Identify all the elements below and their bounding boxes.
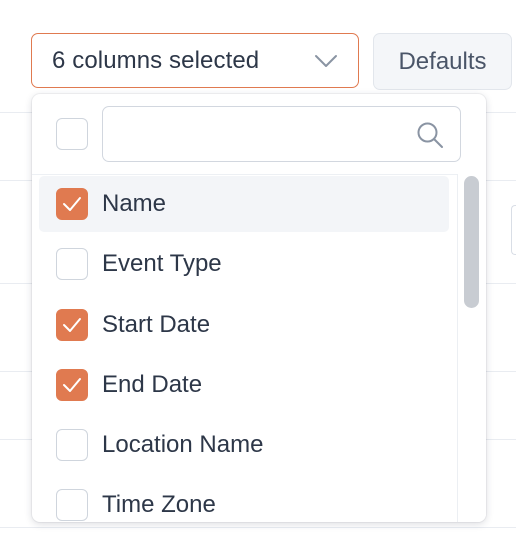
columns-select-label: 6 columns selected bbox=[52, 46, 260, 74]
checkbox[interactable] bbox=[56, 369, 88, 401]
columns-select[interactable]: 6 columns selected bbox=[31, 33, 359, 88]
columns-dropdown: Name Event Type Start Date End Date Loca… bbox=[32, 94, 486, 522]
column-option[interactable]: Name bbox=[39, 176, 449, 232]
checkbox[interactable] bbox=[56, 248, 88, 280]
column-option[interactable]: End Date bbox=[39, 357, 449, 413]
column-option-list: Name Event Type Start Date End Date Loca… bbox=[32, 174, 457, 522]
column-option-label: End Date bbox=[102, 371, 203, 398]
column-option-label: Start Date bbox=[102, 311, 211, 338]
search-box bbox=[102, 106, 461, 162]
check-icon bbox=[63, 378, 81, 392]
chevron-down-icon bbox=[314, 51, 338, 71]
check-icon bbox=[63, 197, 81, 211]
select-all-checkbox[interactable] bbox=[56, 118, 88, 150]
check-icon bbox=[63, 318, 81, 332]
column-option[interactable]: Time Zone bbox=[39, 477, 449, 522]
column-option-label: Location Name bbox=[102, 431, 264, 458]
checkbox[interactable] bbox=[56, 429, 88, 461]
search-icon[interactable] bbox=[416, 121, 444, 149]
column-option-label: Name bbox=[102, 190, 167, 217]
checkbox[interactable] bbox=[56, 188, 88, 220]
column-option-label: Event Type bbox=[102, 250, 222, 277]
scrollbar-thumb[interactable] bbox=[464, 176, 479, 308]
page: 6 columns selected Defaults Name Event T… bbox=[0, 0, 516, 542]
background-button-edge bbox=[511, 205, 516, 255]
defaults-button[interactable]: Defaults bbox=[373, 33, 512, 90]
column-option[interactable]: Start Date bbox=[39, 297, 449, 353]
column-option-label: Time Zone bbox=[102, 491, 216, 518]
checkbox[interactable] bbox=[56, 489, 88, 521]
column-option[interactable]: Location Name bbox=[39, 417, 449, 473]
column-option[interactable]: Event Type bbox=[39, 236, 449, 292]
table-row-divider bbox=[0, 527, 516, 528]
scrollbar[interactable] bbox=[457, 174, 486, 522]
checkbox[interactable] bbox=[56, 309, 88, 341]
search-input[interactable] bbox=[104, 108, 404, 160]
